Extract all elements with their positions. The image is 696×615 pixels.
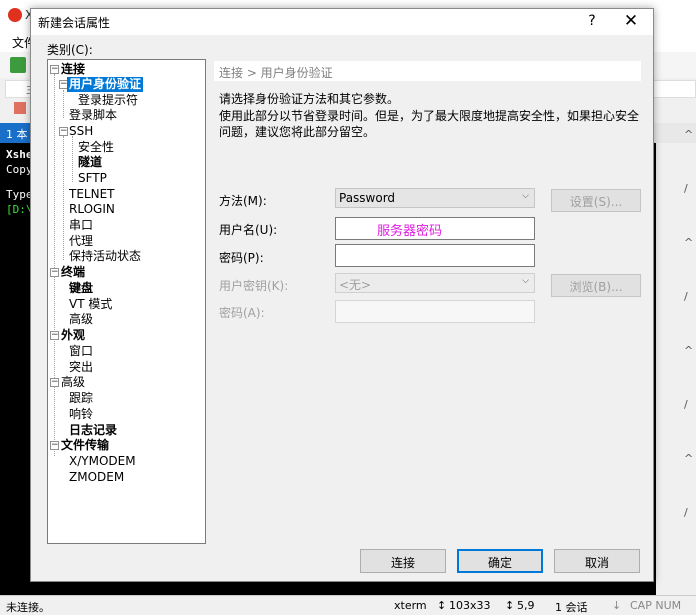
- tree-item-security[interactable]: 安全性: [78, 140, 114, 155]
- cancel-button[interactable]: 取消: [554, 549, 640, 573]
- terminal-size-icon: ↕: [437, 599, 447, 612]
- tree-item-keepalive[interactable]: 保持活动状态: [69, 249, 141, 264]
- down-arrow-icon: ↓: [612, 599, 622, 612]
- passphrase-input[interactable]: [335, 300, 535, 323]
- tree-item-connection[interactable]: 连接: [61, 62, 85, 77]
- help-button[interactable]: ?: [584, 13, 600, 29]
- tree-item-terminal[interactable]: 终端: [61, 265, 85, 280]
- terminal-line: Type: [6, 188, 33, 201]
- ok-button[interactable]: 确定: [457, 549, 543, 573]
- tree-item-terminal-advanced[interactable]: 高级: [69, 312, 93, 327]
- right-marker: /: [684, 506, 688, 519]
- connection-status: 未连接。: [6, 601, 50, 614]
- user-key-value: <无>: [339, 278, 372, 292]
- category-tree[interactable]: − 连接 − 用户身份验证 登录提示符 登录脚本 − SSH 安全性 隧道 SF…: [47, 59, 206, 544]
- right-marker: /: [684, 182, 688, 195]
- passphrase-label: 密码(A):: [219, 306, 265, 320]
- user-key-select[interactable]: <无> ⌵: [335, 273, 535, 293]
- password-input[interactable]: [335, 244, 535, 267]
- tree-item-advanced[interactable]: 高级: [61, 375, 85, 390]
- collapse-toggle-icon[interactable]: −: [50, 65, 59, 74]
- tree-item-keyboard[interactable]: 键盘: [69, 281, 93, 296]
- category-label: 类别(C):: [47, 43, 93, 57]
- status-bar: 未连接。 xterm ↕ 103x33 ↕ 5,9 1 会话 ↓ CAP NUM: [0, 595, 696, 615]
- terminal-type: xterm: [394, 599, 427, 612]
- tree-item-appearance[interactable]: 外观: [61, 328, 85, 343]
- tree-item-vt-mode[interactable]: VT 模式: [69, 297, 112, 312]
- tree-connector: [63, 136, 64, 260]
- collapse-toggle-icon[interactable]: −: [59, 127, 68, 136]
- method-select[interactable]: Password ⌵: [335, 188, 535, 208]
- browse-button[interactable]: 浏览(B)...: [551, 274, 641, 297]
- tree-item-serial[interactable]: 串口: [69, 218, 93, 233]
- tree-connector: [72, 136, 73, 182]
- bookmark-icon[interactable]: [14, 102, 26, 114]
- tree-item-telnet[interactable]: TELNET: [69, 187, 115, 202]
- description-secondary: 使用此部分以节省登录时间。但是，为了最大限度地提高安全性，如果担心安全问题，建议…: [219, 109, 640, 139]
- settings-button[interactable]: 设置(S)...: [551, 189, 641, 212]
- tree-item-file-transfer[interactable]: 文件传输: [61, 438, 109, 453]
- description-primary: 请选择身份验证方法和其它参数。: [219, 92, 400, 106]
- annotation-server-password: 服务器密码: [377, 224, 443, 239]
- tree-item-logging[interactable]: 日志记录: [69, 423, 117, 438]
- new-session-properties-dialog: 新建会话属性 ? ✕ 类别(C): − 连接 − 用户身份验证 登录提示符 登录…: [30, 8, 654, 582]
- tree-item-highlight[interactable]: 突出: [69, 360, 93, 375]
- new-session-icon[interactable]: [10, 57, 26, 73]
- close-button[interactable]: ✕: [621, 11, 641, 31]
- tree-item-user-auth[interactable]: 用户身份验证: [67, 77, 144, 92]
- method-value: Password: [339, 191, 396, 205]
- user-key-label: 用户密钥(K):: [219, 279, 289, 293]
- caps-num-indicator: CAP NUM: [630, 599, 682, 612]
- tree-item-bell[interactable]: 响铃: [69, 407, 93, 422]
- tree-item-login-script[interactable]: 登录脚本: [69, 108, 117, 123]
- collapse-toggle-icon[interactable]: −: [50, 268, 59, 277]
- connect-button[interactable]: 连接: [360, 549, 446, 573]
- cursor-position: 5,9: [517, 599, 535, 612]
- tree-connector: [54, 74, 55, 456]
- right-marker: ^: [684, 128, 694, 141]
- tree-item-tunnel[interactable]: 隧道: [78, 155, 102, 170]
- username-label: 用户名(U):: [219, 223, 278, 237]
- right-marker: /: [684, 290, 688, 303]
- tree-item-xymodem[interactable]: X/YMODEM: [69, 454, 136, 469]
- tree-connector: [63, 90, 64, 118]
- session-count: 1 会话: [555, 601, 588, 614]
- right-marker: ^: [684, 344, 694, 357]
- xshell-logo-icon: [8, 8, 22, 22]
- chevron-down-icon: ⌵: [522, 276, 529, 286]
- tree-item-zmodem[interactable]: ZMODEM: [69, 470, 124, 485]
- right-marker: ^: [684, 452, 694, 465]
- breadcrumb: 连接 > 用户身份验证: [214, 61, 641, 81]
- cursor-position-icon: ↕: [505, 599, 515, 612]
- tree-item-rlogin[interactable]: RLOGIN: [69, 202, 115, 217]
- tree-item-window[interactable]: 窗口: [69, 344, 93, 359]
- password-label: 密码(P):: [219, 251, 264, 265]
- tree-item-ssh[interactable]: SSH: [69, 124, 93, 139]
- right-marker: /: [684, 398, 688, 411]
- settings-panel: 连接 > 用户身份验证 请选择身份验证方法和其它参数。 使用此部分以节省登录时间…: [214, 59, 641, 544]
- tree-item-login-prompt[interactable]: 登录提示符: [78, 93, 138, 108]
- right-marker: ^: [684, 236, 694, 249]
- dialog-title: 新建会话属性: [38, 16, 111, 30]
- tree-item-sftp[interactable]: SFTP: [78, 171, 107, 186]
- chevron-down-icon: ⌵: [522, 191, 529, 201]
- dialog-titlebar[interactable]: [31, 9, 653, 35]
- right-gutter: [656, 143, 696, 595]
- terminal-size: 103x33: [449, 599, 491, 612]
- method-label: 方法(M):: [219, 194, 267, 208]
- collapse-toggle-icon[interactable]: −: [50, 331, 59, 340]
- tree-item-trace[interactable]: 跟踪: [69, 391, 93, 406]
- collapse-toggle-icon[interactable]: −: [50, 441, 59, 450]
- tree-item-proxy[interactable]: 代理: [69, 234, 93, 249]
- collapse-toggle-icon[interactable]: −: [50, 378, 59, 387]
